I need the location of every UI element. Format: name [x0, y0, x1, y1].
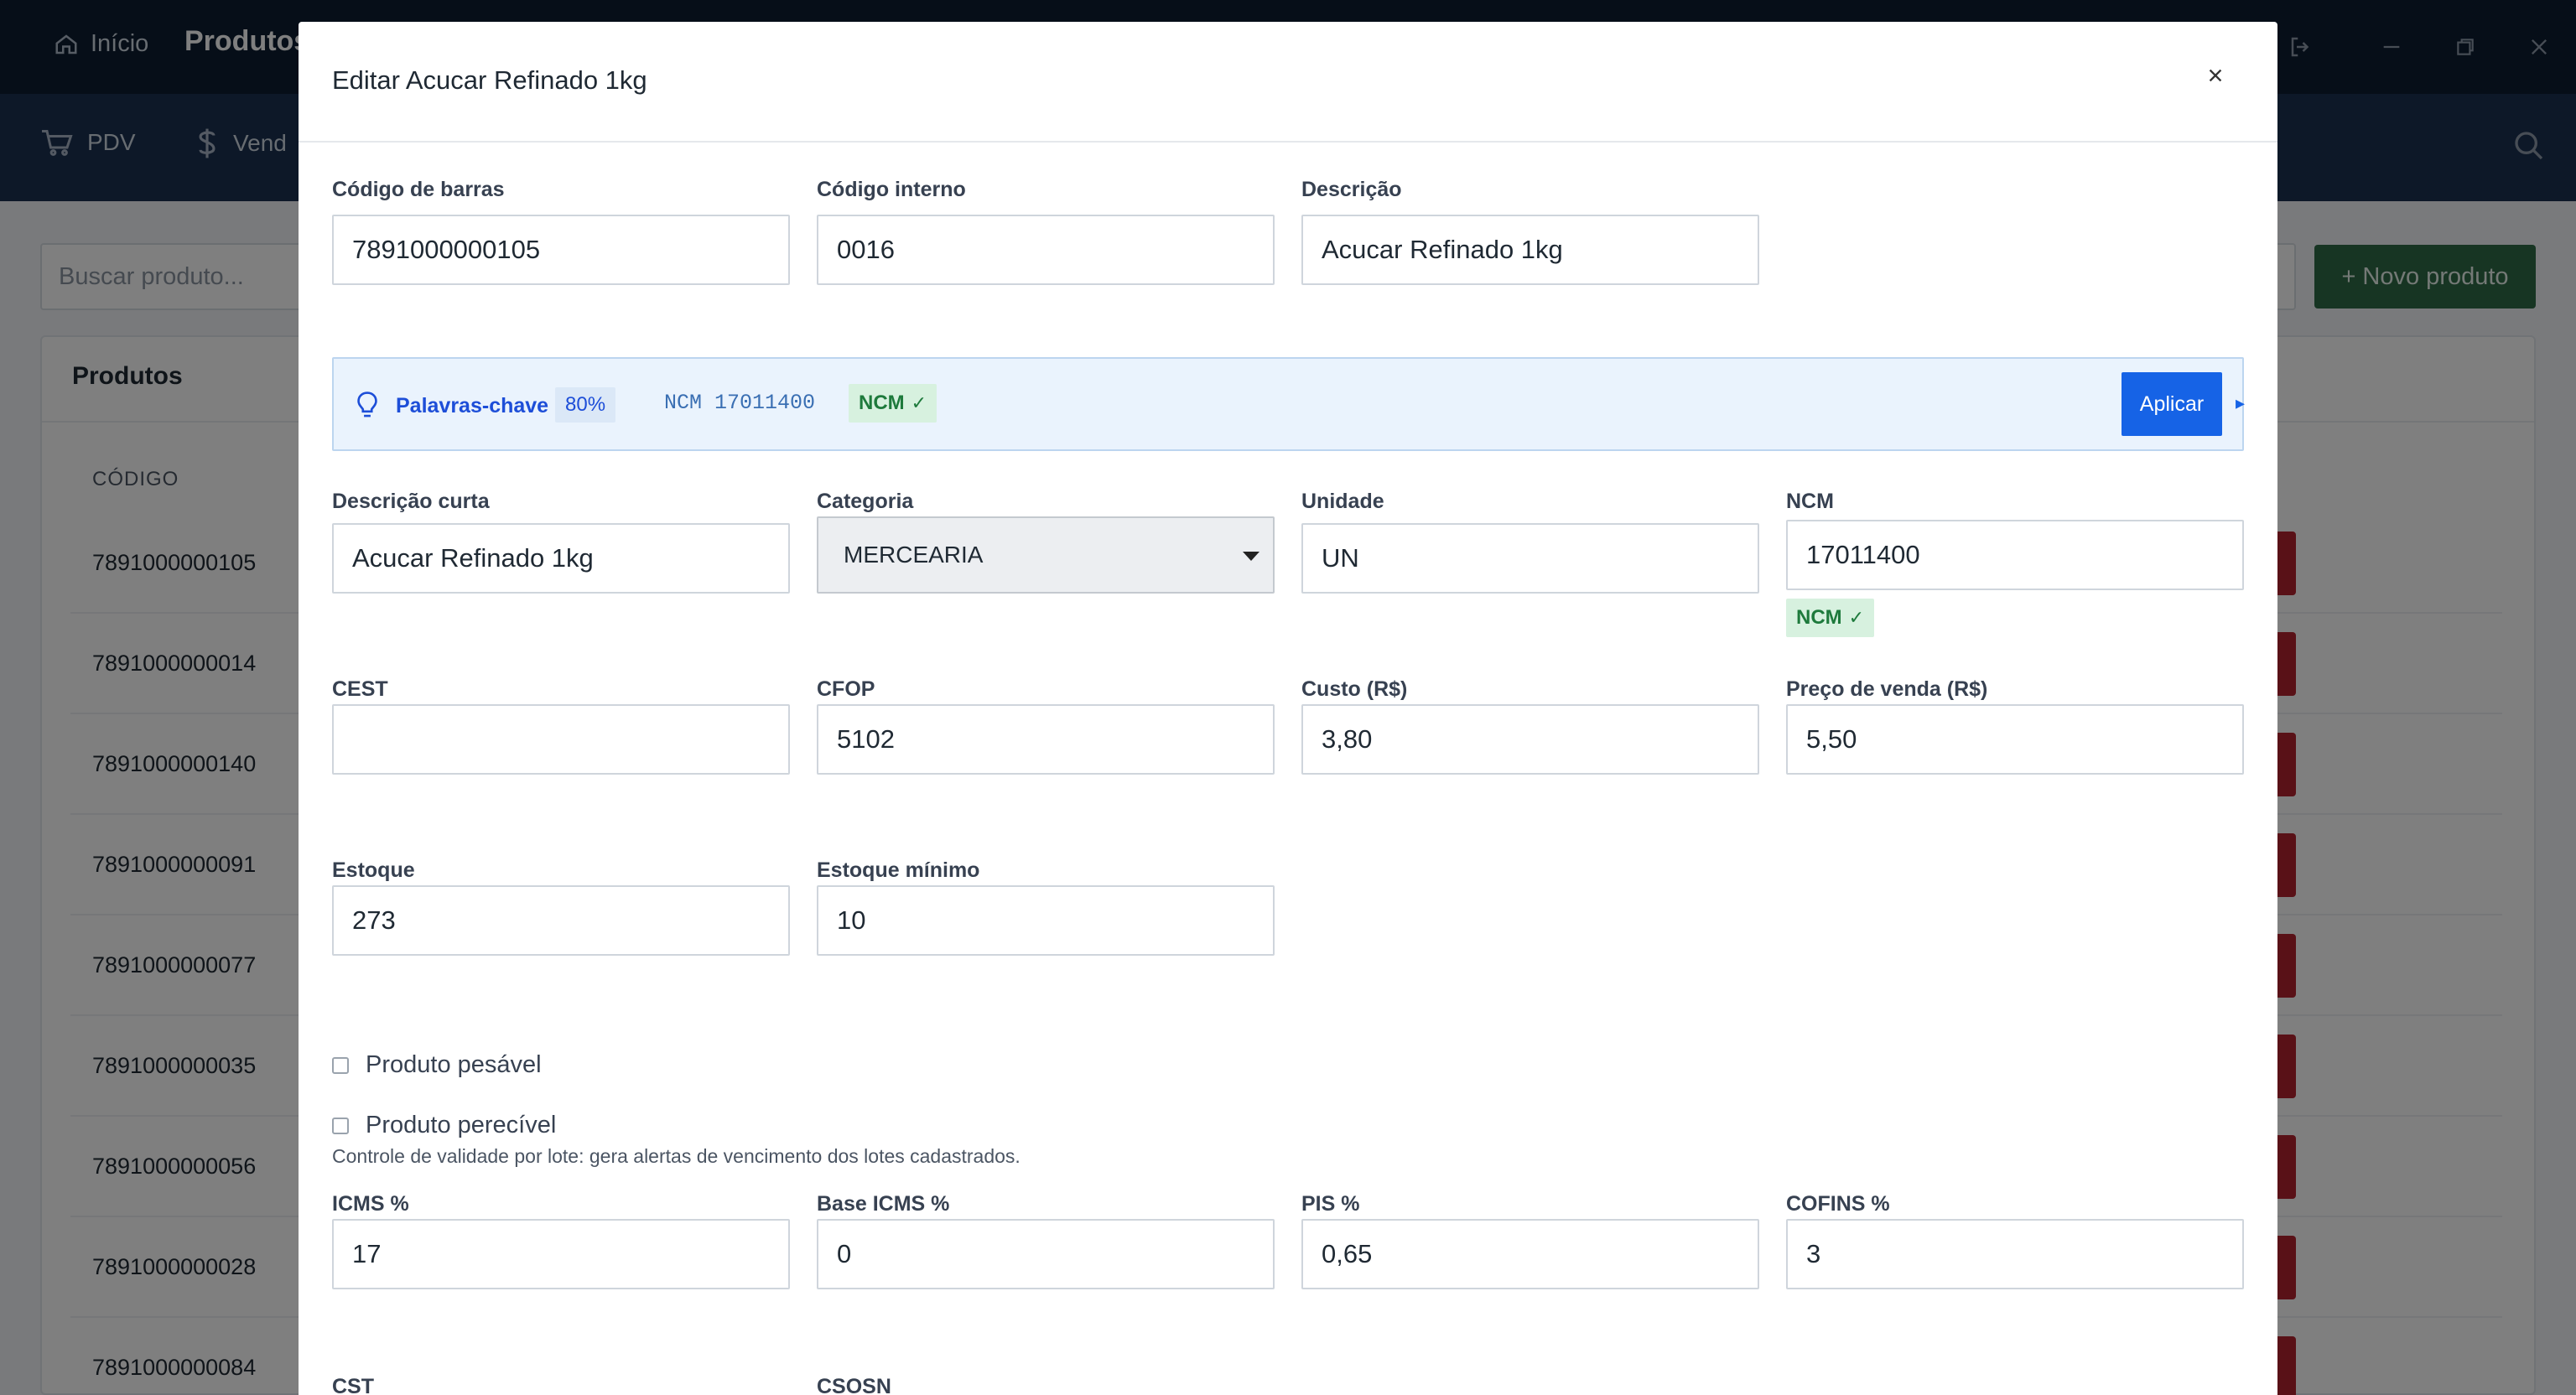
cofins-field[interactable] — [1786, 1219, 2244, 1289]
apply-suggestion-button[interactable]: Aplicar — [2122, 372, 2222, 436]
pis-field[interactable] — [1301, 1219, 1759, 1289]
close-icon — [2209, 69, 2222, 82]
modal-title: Editar Acucar Refinado 1kg — [332, 65, 647, 95]
ncm-field[interactable] — [1786, 520, 2244, 590]
check-icon: ✓ — [1848, 607, 1865, 628]
close-modal-button[interactable] — [2195, 55, 2236, 96]
price-field[interactable] — [1786, 704, 2244, 775]
stock-label: Estoque — [332, 858, 415, 882]
pis-label: PIS % — [1301, 1192, 1360, 1216]
description-field[interactable] — [1301, 215, 1759, 285]
cofins-label: COFINS % — [1786, 1192, 1890, 1216]
expand-suggestion-icon[interactable]: ▸ — [2236, 392, 2245, 414]
base-icms-label: Base ICMS % — [817, 1192, 950, 1216]
cest-field[interactable] — [332, 704, 790, 775]
perishable-checkbox[interactable]: Produto perecível — [332, 1112, 556, 1139]
barcode-label: Código de barras — [332, 178, 505, 201]
suggestion-source: Palavras-chave — [396, 394, 549, 417]
cest-label: CEST — [332, 677, 388, 701]
modal-header: Editar Acucar Refinado 1kg — [299, 22, 2277, 143]
checkbox-box[interactable] — [332, 1117, 349, 1134]
cfop-label: CFOP — [817, 677, 875, 701]
cfop-field[interactable] — [817, 704, 1275, 775]
min-stock-label: Estoque mínimo — [817, 858, 980, 882]
category-select[interactable]: MERCEARIA — [817, 516, 1275, 594]
unit-label: Unidade — [1301, 490, 1384, 513]
ncm-label: NCM — [1786, 490, 1834, 513]
base-icms-field[interactable] — [817, 1219, 1275, 1289]
barcode-field[interactable] — [332, 215, 790, 285]
perishable-help-text: Controle de validade por lote: gera aler… — [332, 1145, 1021, 1167]
price-label: Preço de venda (R$) — [1786, 677, 1988, 701]
cost-label: Custo (R$) — [1301, 677, 1408, 701]
chevron-down-icon — [1243, 552, 1259, 561]
csosn-label: CSOSN — [817, 1375, 891, 1395]
icms-field[interactable] — [332, 1219, 790, 1289]
checkbox-box[interactable] — [332, 1056, 349, 1074]
stock-field[interactable] — [332, 885, 790, 956]
weighable-checkbox[interactable]: Produto pesável — [332, 1051, 542, 1079]
internal-code-label: Código interno — [817, 178, 966, 201]
check-icon: ✓ — [911, 392, 927, 413]
cost-field[interactable] — [1301, 704, 1759, 775]
internal-code-field[interactable] — [817, 215, 1275, 285]
confidence-badge: 80% — [555, 387, 616, 423]
unit-field[interactable] — [1301, 523, 1759, 594]
short-description-field[interactable] — [332, 523, 790, 594]
ncm-valid-badge: NCM ✓ — [849, 384, 937, 423]
icms-label: ICMS % — [332, 1192, 409, 1216]
ncm-valid-badge: NCM ✓ — [1786, 599, 1875, 637]
cst-label: CST — [332, 1375, 374, 1395]
lightbulb-icon — [357, 392, 377, 417]
min-stock-field[interactable] — [817, 885, 1275, 956]
category-label: Categoria — [817, 490, 914, 513]
short-description-label: Descrição curta — [332, 490, 490, 513]
ncm-suggestion-bar: Palavras-chave 80% NCM 17011400 NCM ✓ Apl… — [332, 357, 2245, 451]
edit-product-modal: Editar Acucar Refinado 1kg Código de bar… — [299, 22, 2277, 1395]
suggested-ncm: NCM 17011400 — [664, 391, 816, 415]
description-label: Descrição — [1301, 178, 1402, 201]
